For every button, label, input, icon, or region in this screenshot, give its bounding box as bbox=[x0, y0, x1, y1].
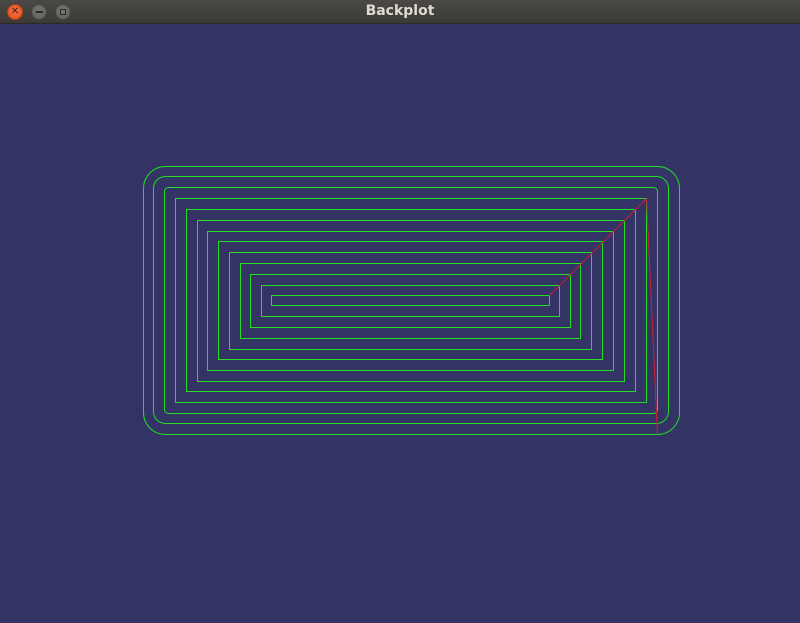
spiral-pass-5 bbox=[218, 241, 603, 360]
title-bar[interactable]: ✕ Backplot bbox=[0, 0, 800, 24]
rapid-vertical bbox=[646, 198, 658, 435]
spiral-pass-2 bbox=[186, 209, 636, 392]
backplot-window: ✕ Backplot bbox=[0, 0, 800, 623]
toolpath-spiral bbox=[143, 166, 680, 435]
profile-pass-outer bbox=[143, 166, 680, 435]
window-title: Backplot bbox=[365, 3, 435, 19]
spiral-pass-8 bbox=[250, 274, 571, 328]
spiral-pass-9 bbox=[261, 285, 560, 317]
backplot-canvas[interactable] bbox=[0, 24, 800, 623]
spiral-pass-6 bbox=[229, 252, 592, 350]
spiral-pass-1 bbox=[175, 198, 647, 403]
rapid-diagonal bbox=[549, 198, 647, 296]
rapid-moves bbox=[549, 198, 658, 435]
spiral-pass-10 bbox=[271, 295, 550, 306]
profile-pass-3 bbox=[164, 187, 658, 414]
